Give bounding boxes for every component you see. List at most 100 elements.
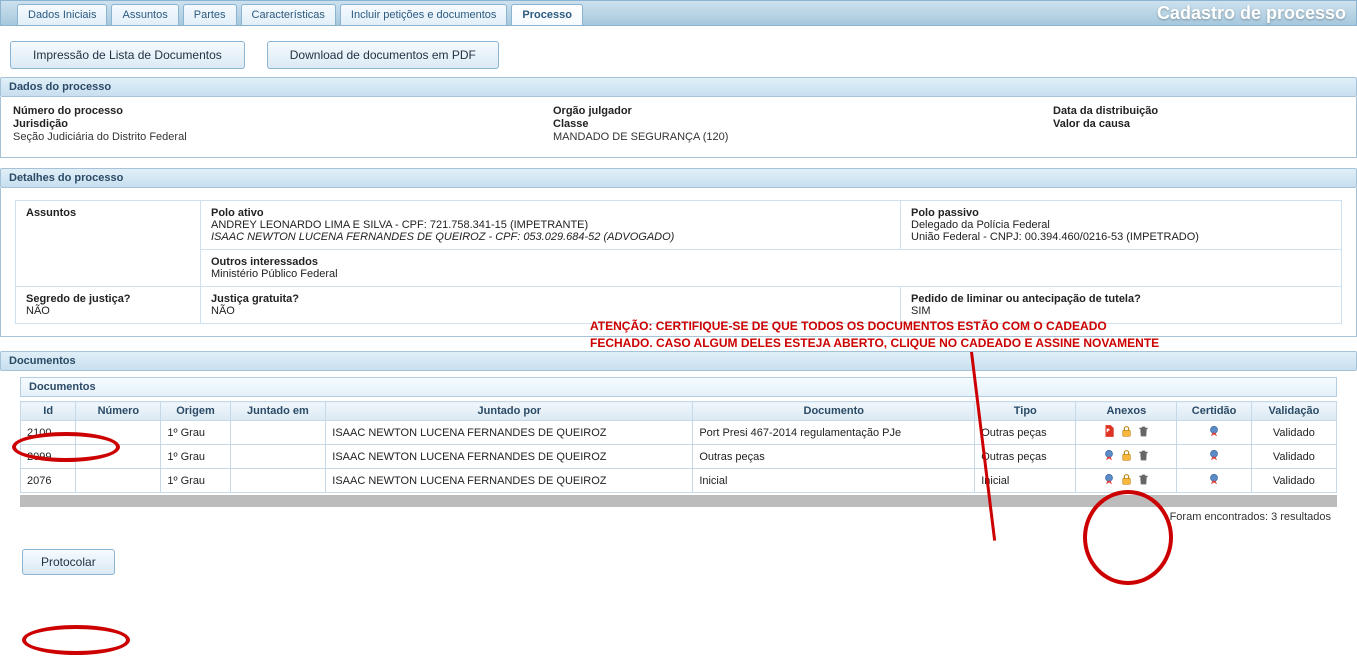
lock-icon[interactable] bbox=[1120, 425, 1133, 438]
cell-validacao: Validado bbox=[1251, 421, 1336, 445]
cell-numero bbox=[76, 421, 161, 445]
trash-icon[interactable] bbox=[1137, 425, 1150, 438]
protocolar-button[interactable]: Protocolar bbox=[22, 549, 115, 575]
seal-icon[interactable] bbox=[1207, 472, 1221, 486]
tab-label: Dados Iniciais bbox=[28, 9, 96, 21]
download-pdf-button[interactable]: Download de documentos em PDF bbox=[267, 41, 499, 69]
cell-validacao: Validado bbox=[1251, 469, 1336, 493]
cell-origem: 1º Grau bbox=[161, 421, 230, 445]
cell-tipo: Outras peças bbox=[975, 445, 1076, 469]
segredo-justica-label: Segredo de justiça? bbox=[26, 293, 131, 305]
tab-dados-iniciais[interactable]: Dados Iniciais bbox=[17, 4, 107, 25]
jurisdicao-label: Jurisdição bbox=[13, 118, 553, 130]
section-detalhes-body: Assuntos Polo ativo ANDREY LEONARDO LIMA… bbox=[0, 188, 1357, 337]
tab-label: Assuntos bbox=[122, 9, 167, 21]
orgao-julgador-label: Orgão julgador bbox=[553, 105, 1053, 117]
documentos-panel-title: Documentos bbox=[20, 377, 1337, 397]
col-tipo: Tipo bbox=[975, 402, 1076, 421]
lock-icon[interactable] bbox=[1120, 473, 1133, 486]
section-dados-processo-header: Dados do processo bbox=[0, 77, 1357, 97]
tab-processo[interactable]: Processo bbox=[511, 4, 583, 25]
polo-ativo-line1: ANDREY LEONARDO LIMA E SILVA - CPF: 721.… bbox=[211, 219, 588, 231]
col-numero: Número bbox=[76, 402, 161, 421]
polo-ativo-line2: ISAAC NEWTON LUCENA FERNANDES DE QUEIROZ… bbox=[211, 231, 674, 243]
table-row: 2099 1º Grau ISAAC NEWTON LUCENA FERNANDES… bbox=[21, 445, 1337, 469]
cell-juntado-por: ISAAC NEWTON LUCENA FERNANDES DE QUEIROZ bbox=[326, 445, 693, 469]
polo-passivo-label: Polo passivo bbox=[911, 207, 979, 219]
jurisdicao-value: Seção Judiciária do Distrito Federal bbox=[13, 131, 187, 143]
impressao-lista-button[interactable]: Impressão de Lista de Documentos bbox=[10, 41, 245, 69]
col-juntado-em: Juntado em bbox=[230, 402, 326, 421]
seal-icon[interactable] bbox=[1102, 448, 1116, 462]
cell-tipo: Outras peças bbox=[975, 421, 1076, 445]
tab-partes[interactable]: Partes bbox=[183, 4, 237, 25]
outros-interessados-value: Ministério Público Federal bbox=[211, 268, 338, 280]
seal-icon[interactable] bbox=[1102, 472, 1116, 486]
section-dados-processo-body: Número do processo Jurisdição Seção Judi… bbox=[0, 97, 1357, 158]
cell-id: 2100 bbox=[21, 421, 76, 445]
col-documento: Documento bbox=[693, 402, 975, 421]
cell-juntado-em bbox=[230, 469, 326, 493]
data-distribuicao-label: Data da distribuição bbox=[1053, 105, 1158, 117]
annotation-callout: ATENÇÃO: CERTIFIQUE-SE DE QUE TODOS OS D… bbox=[590, 318, 1240, 352]
annotation-circle-protocolar bbox=[22, 625, 130, 655]
tab-label: Partes bbox=[194, 9, 226, 21]
table-row: 20761º GrauISAAC NEWTON LUCENA FERNANDES… bbox=[21, 469, 1337, 493]
cell-origem: 1º Grau bbox=[161, 469, 230, 493]
assuntos-label: Assuntos bbox=[26, 207, 76, 219]
cell-anexos bbox=[1076, 445, 1177, 469]
col-id: Id bbox=[21, 402, 76, 421]
tab-strip: Dados Iniciais Assuntos Partes Caracterí… bbox=[17, 2, 583, 25]
cell-id: 2099 bbox=[21, 445, 76, 469]
cell-certidao bbox=[1177, 445, 1251, 469]
col-juntado-por: Juntado por bbox=[326, 402, 693, 421]
documentos-table: Id Número Origem Juntado em Juntado por … bbox=[20, 401, 1337, 493]
cell-juntado-por: ISAAC NEWTON LUCENA FERNANDES DE QUEIROZ bbox=[326, 469, 693, 493]
callout-line2: FECHADO. CASO ALGUM DELES ESTEJA ABERTO,… bbox=[590, 335, 1240, 352]
cell-documento: Port Presi 467-2014 regulamentação PJe bbox=[693, 421, 975, 445]
tab-label: Características bbox=[252, 9, 325, 21]
classe-label: Classe bbox=[553, 118, 1053, 130]
seal-icon[interactable] bbox=[1207, 448, 1221, 462]
cell-validacao: Validado bbox=[1251, 445, 1336, 469]
results-count: Foram encontrados: 3 resultados bbox=[20, 507, 1337, 525]
trash-icon[interactable] bbox=[1137, 449, 1150, 462]
tab-caracteristicas[interactable]: Características bbox=[241, 4, 336, 25]
tab-assuntos[interactable]: Assuntos bbox=[111, 4, 178, 25]
cell-juntado-em bbox=[230, 421, 326, 445]
tab-incluir-peticoes[interactable]: Incluir petições e documentos bbox=[340, 4, 508, 25]
tab-label: Processo bbox=[522, 9, 572, 21]
callout-line1: ATENÇÃO: CERTIFIQUE-SE DE QUE TODOS OS D… bbox=[590, 318, 1240, 335]
cell-documento: Outras peças bbox=[693, 445, 975, 469]
valor-causa-label: Valor da causa bbox=[1053, 118, 1158, 130]
pedido-liminar-value: SIM bbox=[911, 305, 931, 317]
tab-label: Incluir petições e documentos bbox=[351, 9, 497, 21]
col-origem: Origem bbox=[161, 402, 230, 421]
col-certidao: Certidão bbox=[1177, 402, 1251, 421]
section-documentos-header: Documentos bbox=[0, 351, 1357, 371]
page-title: Cadastro de processo bbox=[1157, 3, 1346, 24]
col-anexos: Anexos bbox=[1076, 402, 1177, 421]
section-detalhes-header: Detalhes do processo bbox=[0, 168, 1357, 188]
cell-numero bbox=[76, 469, 161, 493]
cell-anexos bbox=[1076, 469, 1177, 493]
header-bar: Dados Iniciais Assuntos Partes Caracterí… bbox=[0, 0, 1357, 26]
button-row: Impressão de Lista de Documentos Downloa… bbox=[0, 26, 1357, 77]
classe-value: MANDADO DE SEGURANÇA (120) bbox=[553, 131, 728, 143]
documentos-panel: Documentos Id Número Origem Juntado em J… bbox=[0, 371, 1357, 531]
trash-icon[interactable] bbox=[1137, 473, 1150, 486]
cell-origem: 1º Grau bbox=[161, 445, 230, 469]
cell-juntado-por: ISAAC NEWTON LUCENA FERNANDES DE QUEIROZ bbox=[326, 421, 693, 445]
pdf-icon[interactable] bbox=[1102, 424, 1116, 438]
polo-passivo-line2: União Federal - CNPJ: 00.394.460/0216-53… bbox=[911, 231, 1199, 243]
col-validacao: Validação bbox=[1251, 402, 1336, 421]
outros-interessados-label: Outros interessados bbox=[211, 256, 318, 268]
lock-icon[interactable] bbox=[1120, 449, 1133, 462]
pedido-liminar-label: Pedido de liminar ou antecipação de tute… bbox=[911, 293, 1141, 305]
seal-icon[interactable] bbox=[1207, 424, 1221, 438]
cell-certidao bbox=[1177, 469, 1251, 493]
polo-ativo-label: Polo ativo bbox=[211, 207, 264, 219]
cell-juntado-em bbox=[230, 445, 326, 469]
cell-anexos bbox=[1076, 421, 1177, 445]
justica-gratuita-value: NÃO bbox=[211, 305, 235, 317]
